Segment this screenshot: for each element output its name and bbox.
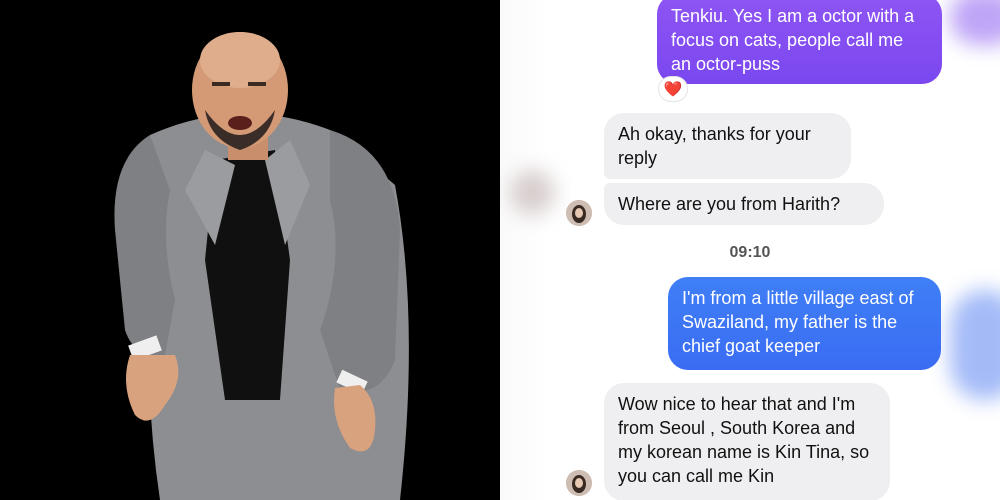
blurred-bubble-edge bbox=[950, 0, 1000, 45]
message-text: Ah okay, thanks for your reply bbox=[618, 124, 811, 168]
message-text: Tenkiu. Yes I am a octor with a focus on… bbox=[671, 6, 915, 74]
incoming-message-bubble[interactable]: Where are you from Harith? bbox=[604, 183, 884, 225]
contact-avatar[interactable] bbox=[566, 470, 592, 496]
avatar-image bbox=[566, 470, 592, 496]
message-timestamp: 09:10 bbox=[729, 244, 771, 261]
heart-reaction[interactable]: ❤️ bbox=[658, 76, 688, 102]
outgoing-message-bubble[interactable]: I'm from a little village east of Swazil… bbox=[668, 277, 941, 370]
blurred-avatar-edge bbox=[510, 170, 555, 215]
outgoing-message-bubble[interactable]: Tenkiu. Yes I am a octor with a focus on… bbox=[657, 0, 942, 84]
avatar-image bbox=[566, 200, 592, 226]
photo-panel bbox=[0, 0, 500, 500]
message-text: Where are you from Harith? bbox=[618, 194, 841, 214]
incoming-message-bubble[interactable]: Wow nice to hear that and I'm from Seoul… bbox=[604, 383, 890, 500]
message-text: Wow nice to hear that and I'm from Seoul… bbox=[618, 394, 870, 486]
chat-panel: Tenkiu. Yes I am a octor with a focus on… bbox=[500, 0, 1000, 500]
heart-icon: ❤️ bbox=[663, 80, 683, 98]
incoming-message-bubble[interactable]: Ah okay, thanks for your reply bbox=[604, 113, 851, 179]
blurred-bubble-edge bbox=[950, 290, 1000, 400]
blur-edge bbox=[500, 0, 550, 500]
contact-avatar[interactable] bbox=[566, 200, 592, 226]
message-text: I'm from a little village east of Swazil… bbox=[682, 288, 914, 356]
man-in-suit-photo bbox=[0, 0, 500, 500]
